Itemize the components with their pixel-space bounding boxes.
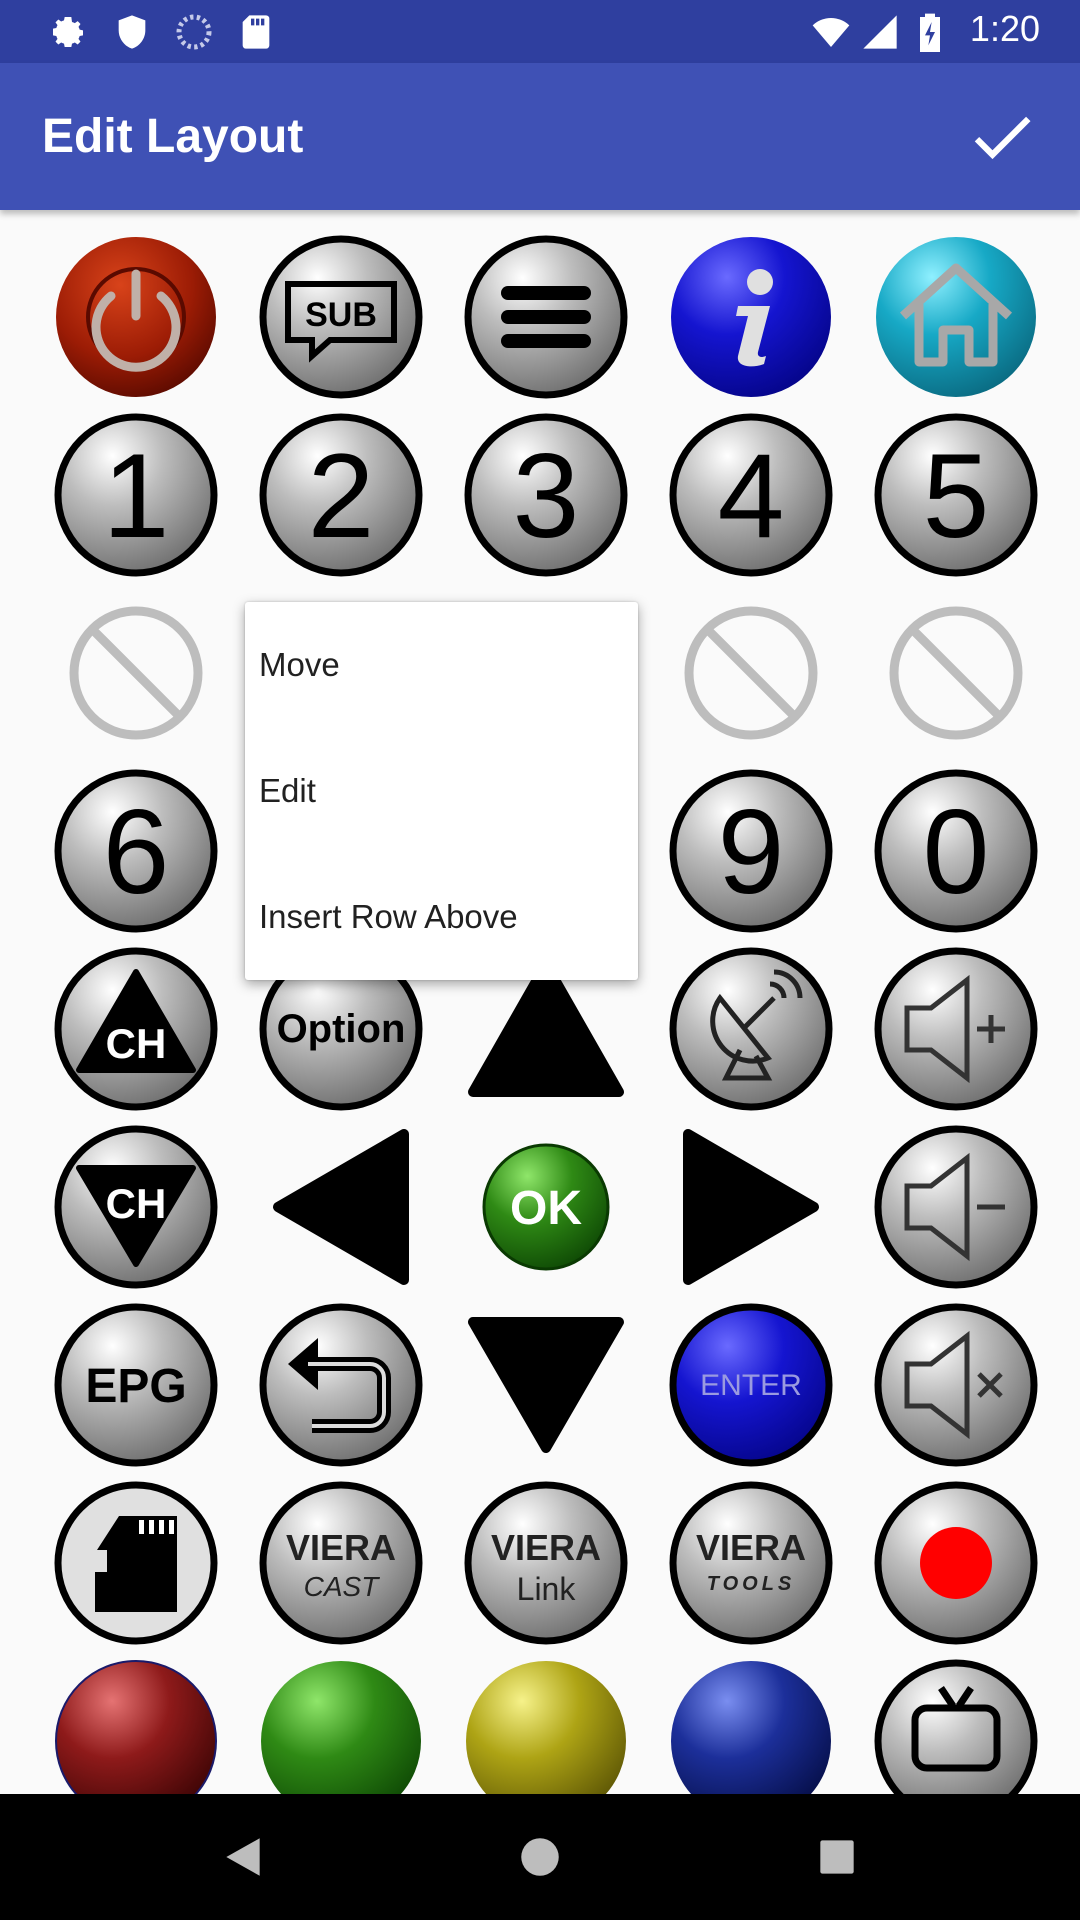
number-label: 6 (103, 785, 170, 919)
menu-icon (501, 286, 591, 348)
number-label: 3 (513, 429, 580, 563)
viera-sublabel: CAST (304, 1571, 381, 1602)
arrow-up-icon (468, 959, 624, 1097)
number-4-button[interactable]: 4 (668, 412, 834, 578)
blue-key-button[interactable] (668, 1658, 834, 1794)
number-5-button[interactable]: 5 (873, 412, 1039, 578)
number-label: 5 (923, 429, 990, 563)
epg-button[interactable]: EPG (53, 1302, 219, 1468)
red-key-button[interactable] (53, 1658, 219, 1794)
battery-charging-icon (920, 13, 940, 52)
number-2-button[interactable]: 2 (258, 412, 424, 578)
green-key-button[interactable] (258, 1658, 424, 1794)
number-label: 4 (718, 429, 785, 563)
number-3-button[interactable]: 3 (463, 412, 629, 578)
enter-button[interactable]: ENTER (668, 1302, 834, 1468)
menu-item-move[interactable]: Move (245, 602, 638, 728)
channel-label: CH (106, 1180, 167, 1227)
viera-label: VIERA (491, 1527, 601, 1568)
subtitle-button[interactable]: SUB (258, 234, 424, 400)
number-1-button[interactable]: 1 (53, 412, 219, 578)
satellite-button[interactable] (668, 946, 834, 1112)
channel-up-button[interactable]: CH (53, 946, 219, 1112)
volume-down-button[interactable] (873, 1124, 1039, 1290)
home-nav-icon[interactable] (515, 1832, 565, 1882)
ok-button[interactable]: OK (463, 1124, 629, 1290)
blue-key-icon (671, 1661, 831, 1794)
mute-button[interactable] (873, 1302, 1039, 1468)
viera-sublabel: Link (517, 1571, 577, 1607)
shield-icon (118, 15, 146, 49)
context-menu: Move Edit Insert Row Above (245, 602, 638, 980)
home-button[interactable] (873, 234, 1039, 400)
empty-slot[interactable] (668, 590, 834, 756)
page-title: Edit Layout (42, 110, 304, 163)
viera-tools-button[interactable]: VIERA TOOLS (668, 1480, 834, 1646)
power-button[interactable] (53, 234, 219, 400)
empty-slot-icon (69, 606, 203, 740)
tv-button[interactable] (873, 1658, 1039, 1794)
epg-label: EPG (85, 1360, 186, 1413)
ok-label: OK (510, 1182, 582, 1235)
option-label: Option (277, 1007, 406, 1051)
number-6-button[interactable]: 6 (53, 768, 219, 934)
status-time: 1:20 (969, 8, 1040, 49)
menu-button[interactable] (463, 234, 629, 400)
viera-link-button[interactable]: VIERA Link (463, 1480, 629, 1646)
sync-icon (176, 14, 212, 50)
viera-label: VIERA (286, 1527, 396, 1568)
wifi-icon (812, 18, 850, 47)
empty-slot[interactable] (53, 590, 219, 756)
recents-nav-icon[interactable] (812, 1832, 862, 1882)
number-9-button[interactable]: 9 (668, 768, 834, 934)
channel-down-button[interactable]: CH (53, 1124, 219, 1290)
arrow-right-button[interactable] (668, 1124, 834, 1290)
status-bar: 1:20 (0, 0, 1080, 63)
checkmark-icon[interactable] (964, 99, 1040, 175)
menu-item-edit[interactable]: Edit (245, 728, 638, 854)
subtitle-label: SUB (305, 296, 377, 334)
yellow-key-button[interactable] (463, 1658, 629, 1794)
arrow-down-button[interactable] (463, 1302, 629, 1468)
arrow-left-button[interactable] (258, 1124, 424, 1290)
menu-item-insert-row-above[interactable]: Insert Row Above (245, 854, 638, 980)
back-button[interactable] (258, 1302, 424, 1468)
red-key-icon (55, 1660, 217, 1794)
empty-slot-icon (684, 606, 818, 740)
number-0-button[interactable]: 0 (873, 768, 1039, 934)
channel-label: CH (106, 1020, 167, 1067)
number-label: 9 (718, 785, 785, 919)
back-nav-icon[interactable] (218, 1832, 268, 1882)
yellow-key-icon (466, 1661, 626, 1794)
navigation-bar (0, 1794, 1080, 1920)
arrow-left-icon (273, 1129, 409, 1285)
enter-label: ENTER (700, 1369, 802, 1402)
sd-card-icon (242, 15, 270, 49)
empty-slot[interactable] (873, 590, 1039, 756)
number-label: 0 (923, 785, 990, 919)
cell-signal-icon (863, 15, 897, 49)
info-button[interactable] (668, 234, 834, 400)
sd-card-button[interactable] (53, 1480, 219, 1646)
arrow-down-icon (468, 1317, 624, 1453)
viera-sublabel: TOOLS (707, 1573, 796, 1595)
record-icon (920, 1527, 992, 1599)
record-button[interactable] (873, 1480, 1039, 1646)
volume-up-button[interactable] (873, 946, 1039, 1112)
empty-slot-icon (889, 606, 1023, 740)
remote-button-grid: SUB 1 2 3 4 5 6 9 0 CH Option CH OK EPG … (0, 210, 1080, 1794)
arrow-right-icon (683, 1129, 819, 1285)
viera-label: VIERA (696, 1527, 806, 1568)
gear-icon (53, 17, 83, 47)
app-toolbar: Edit Layout (0, 63, 1080, 210)
green-key-icon (261, 1661, 421, 1794)
number-label: 1 (103, 429, 170, 563)
viera-cast-button[interactable]: VIERA CAST (258, 1480, 424, 1646)
number-label: 2 (308, 429, 375, 563)
